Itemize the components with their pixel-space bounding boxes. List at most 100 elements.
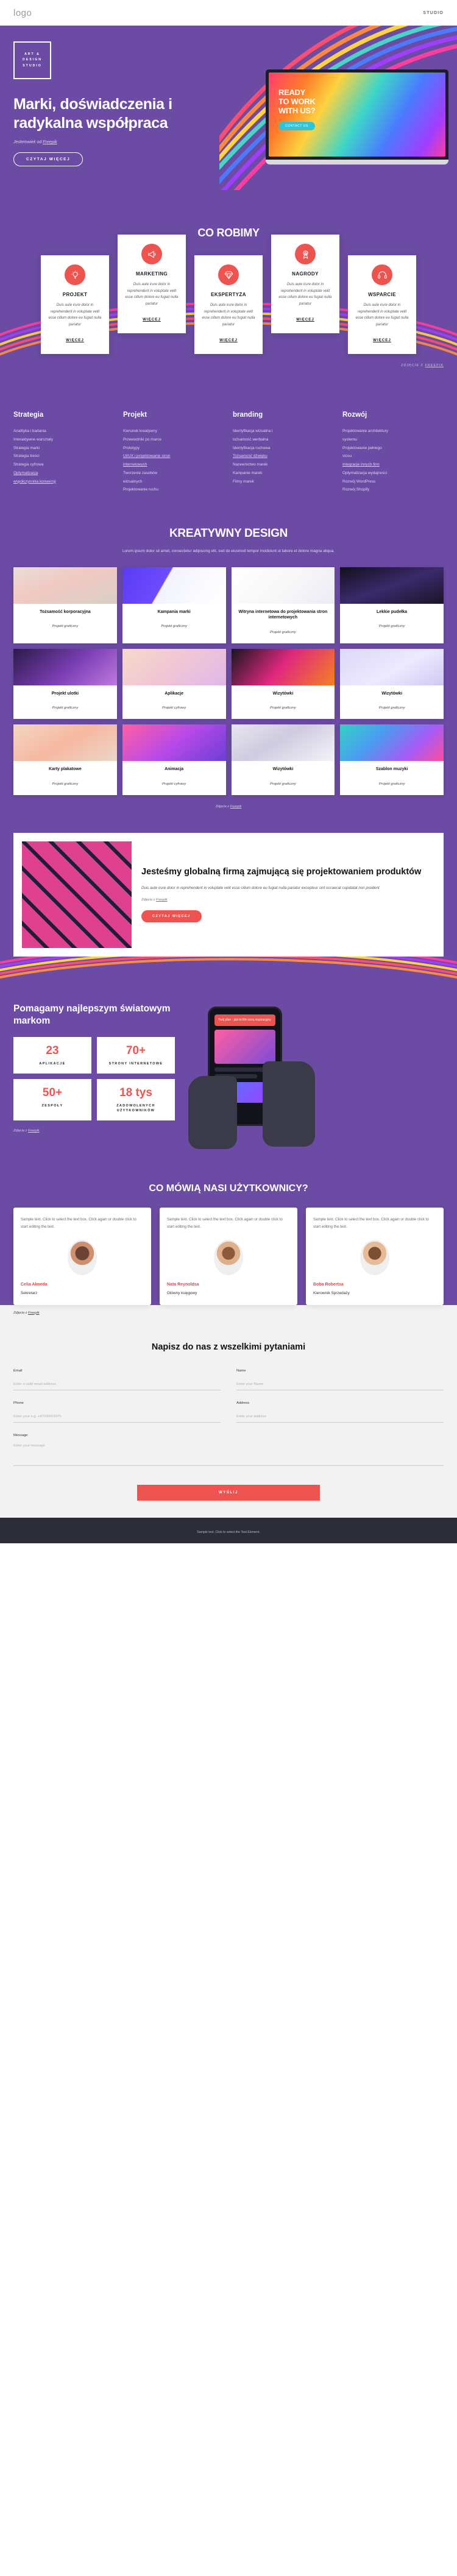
list-item[interactable]: Tworzenie zasobów	[123, 469, 224, 478]
testimonial-body: Sample text. Click to select the text bo…	[167, 1217, 283, 1230]
list-item[interactable]: Strategia marki	[13, 444, 115, 453]
list-item[interactable]: systemu	[342, 436, 444, 444]
list-item[interactable]: Projektowanie pełnego	[342, 444, 444, 453]
portfolio-tile-title: Wizytówki	[381, 691, 403, 696]
support-icon	[372, 264, 392, 285]
list-item[interactable]: wizualnych	[123, 478, 224, 486]
list-item[interactable]: Identyfikacja ruchowa	[233, 444, 334, 453]
portfolio-tile[interactable]: Lekkie pudełka Projekt graficzny	[340, 567, 444, 643]
stat-value: 70+	[126, 1044, 146, 1057]
list-item[interactable]: Identyfikacja wizualna i	[233, 427, 334, 436]
name-label: Name	[236, 1369, 246, 1373]
list-item[interactable]: tożsamość werbalna	[233, 436, 334, 444]
list-item[interactable]: współczynnika konwersji	[13, 478, 115, 486]
service-card[interactable]: EKSPERTYZA Duis aute irure dolor in repr…	[194, 255, 263, 354]
list-item[interactable]: Interaktywne warsztaty	[13, 436, 115, 444]
list-item[interactable]: Strategia treści	[13, 452, 115, 461]
list-item[interactable]: Projektowanie ruchu	[123, 486, 224, 494]
portfolio-tile[interactable]: Tożsamość korporacyjna Projekt graficzny	[13, 567, 117, 643]
portfolio-tile[interactable]: Projekt ulotki Projekt graficzny	[13, 648, 117, 720]
email-label: Email	[13, 1369, 23, 1373]
service-card[interactable]: WSPARCIE Duis aute irure dolor in repreh…	[348, 255, 416, 354]
list-item[interactable]: stosu	[342, 452, 444, 461]
service-card[interactable]: NAGRODY Duis aute irure dolor in reprehe…	[271, 235, 339, 333]
portfolio-tile[interactable]: Wizytówki Projekt graficzny	[340, 648, 444, 720]
list-item[interactable]: Strategia cyfrowa	[13, 461, 115, 469]
contact-title: Napisz do nas z wszelkimi pytaniami	[151, 1342, 306, 1352]
address-field-group: Address	[236, 1401, 444, 1423]
portfolio-tile-subtitle: Projekt graficzny	[52, 706, 79, 710]
about-credit-link[interactable]: Freepik	[156, 898, 168, 902]
list-item[interactable]: Optymalizacja wydajności	[342, 469, 444, 478]
phone-input[interactable]	[13, 1412, 221, 1423]
testimonials-wrapper: CO MÓWIĄ NASI UŻYTKOWNICY? Sample text. …	[0, 1167, 457, 1321]
logo[interactable]: logo	[13, 8, 32, 18]
service-card[interactable]: PROJEKT Duis aute irure dolor in reprehe…	[41, 255, 109, 354]
address-input[interactable]	[236, 1412, 444, 1423]
portfolio-tile[interactable]: Aplikacje Projekt cyfrowy	[122, 648, 226, 720]
service-card-link[interactable]: WIĘCEJ	[143, 317, 161, 322]
message-input[interactable]	[13, 1442, 444, 1467]
list-item[interactable]: Rozwój Shopify	[342, 486, 444, 494]
list-item[interactable]: Integracje innych firm	[342, 461, 444, 469]
column-list: Kierunek kreatywny Przewodniki po marce …	[123, 427, 224, 494]
portfolio-credit: Zdjęcia z Freepik	[0, 795, 457, 809]
list-item[interactable]: internetowych	[123, 461, 224, 469]
hero-credit-link[interactable]: Freepik	[43, 140, 57, 144]
hero-credit-prefix: Jestemwiek od	[13, 140, 43, 144]
list-item[interactable]: Kampanie marek	[233, 469, 334, 478]
testimonial-role: Sekretarz	[21, 1290, 38, 1295]
portfolio-tile[interactable]: Kampania marki Projekt graficzny	[122, 567, 226, 643]
list-item[interactable]: Optymalizacja	[13, 469, 115, 478]
studio-label[interactable]: STUDIO	[423, 11, 444, 15]
phone-label: Phone	[13, 1401, 24, 1406]
stat-card: 23 APLIKACJE	[13, 1037, 91, 1074]
portfolio-tile[interactable]: Szablon muzyki Projekt graficzny	[340, 724, 444, 795]
about-cta-button[interactable]: CZYTAJ WIĘCEJ	[141, 910, 202, 923]
portfolio-tile[interactable]: Wizytówki Projekt graficzny	[231, 724, 335, 795]
list-item[interactable]: Projektowanie architektury	[342, 427, 444, 436]
list-item[interactable]: Filmy marek	[233, 478, 334, 486]
list-item[interactable]: Tożsamość dźwięku	[233, 452, 334, 461]
laptop-contact-button[interactable]: CONTACT US	[278, 121, 316, 130]
laptop-line-1: READY	[278, 88, 306, 97]
portfolio-credit-link[interactable]: Freepik	[230, 805, 242, 809]
list-item[interactable]: Kierunek kreatywny	[123, 427, 224, 436]
about-card: Jesteśmy globalną firmą zajmującą się pr…	[13, 832, 444, 957]
list-item[interactable]: UI/UX i projektowanie stron	[123, 452, 224, 461]
service-card-link[interactable]: WIĘCEJ	[373, 338, 391, 342]
footer-text: Sample text. Click to select the Text El…	[197, 1530, 260, 1535]
portfolio-tile-subtitle: Projekt cyfrowy	[161, 782, 186, 786]
form-row: Phone Address	[13, 1401, 444, 1423]
list-item[interactable]: Rozwój WordPress	[342, 478, 444, 486]
submit-button[interactable]: WYŚLIJ	[137, 1485, 320, 1501]
service-card-link[interactable]: WIĘCEJ	[296, 317, 314, 322]
list-item[interactable]: Prototypy	[123, 444, 224, 453]
email-input[interactable]	[13, 1380, 221, 1391]
list-item[interactable]: Przewodniki po marce	[123, 436, 224, 444]
service-card[interactable]: MARKETING Duis aute irure dolor in repre…	[118, 235, 186, 333]
list-item[interactable]: Nazewnictwo marek	[233, 461, 334, 469]
testimonial-card: Sample text. Click to select the text bo…	[160, 1207, 297, 1305]
service-card-title: NAGRODY	[292, 271, 319, 277]
portfolio-tile[interactable]: Wizytówki Projekt graficzny	[231, 648, 335, 720]
services-credit-link[interactable]: FREEPIK	[425, 364, 444, 367]
name-input[interactable]	[236, 1380, 444, 1391]
portfolio-tile-subtitle: Projekt graficzny	[378, 625, 405, 629]
stats-credit-link[interactable]: Freepik	[28, 1129, 40, 1133]
portfolio-thumbnail	[340, 724, 444, 762]
service-card-link[interactable]: WIĘCEJ	[219, 338, 238, 342]
services-credit-prefix: ZDJĘCIE Z	[401, 364, 425, 367]
service-card-link[interactable]: WIĘCEJ	[66, 338, 84, 342]
portfolio-tile[interactable]: Animacja Projekt cyfrowy	[122, 724, 226, 795]
testimonials-credit-link[interactable]: Freepik	[28, 1311, 40, 1315]
hero-cta-button[interactable]: CZYTAJ WIĘCEJ	[13, 152, 83, 166]
portfolio-tile[interactable]: Witryna internetowa do projektowania str…	[231, 567, 335, 643]
portfolio-tile-subtitle: Projekt graficzny	[378, 782, 405, 786]
service-card-body: Duis aute irure dolor in reprehenderit i…	[202, 303, 255, 327]
column-heading: Rozwój	[342, 411, 367, 419]
laptop-mockup: READY TO WORK WITH US? CONTACT US	[266, 69, 448, 165]
portfolio-tile[interactable]: Karty plakatowe Projekt graficzny	[13, 724, 117, 795]
portfolio-tile-subtitle: Projekt graficzny	[269, 630, 296, 634]
list-item[interactable]: Analityka i badania	[13, 427, 115, 436]
